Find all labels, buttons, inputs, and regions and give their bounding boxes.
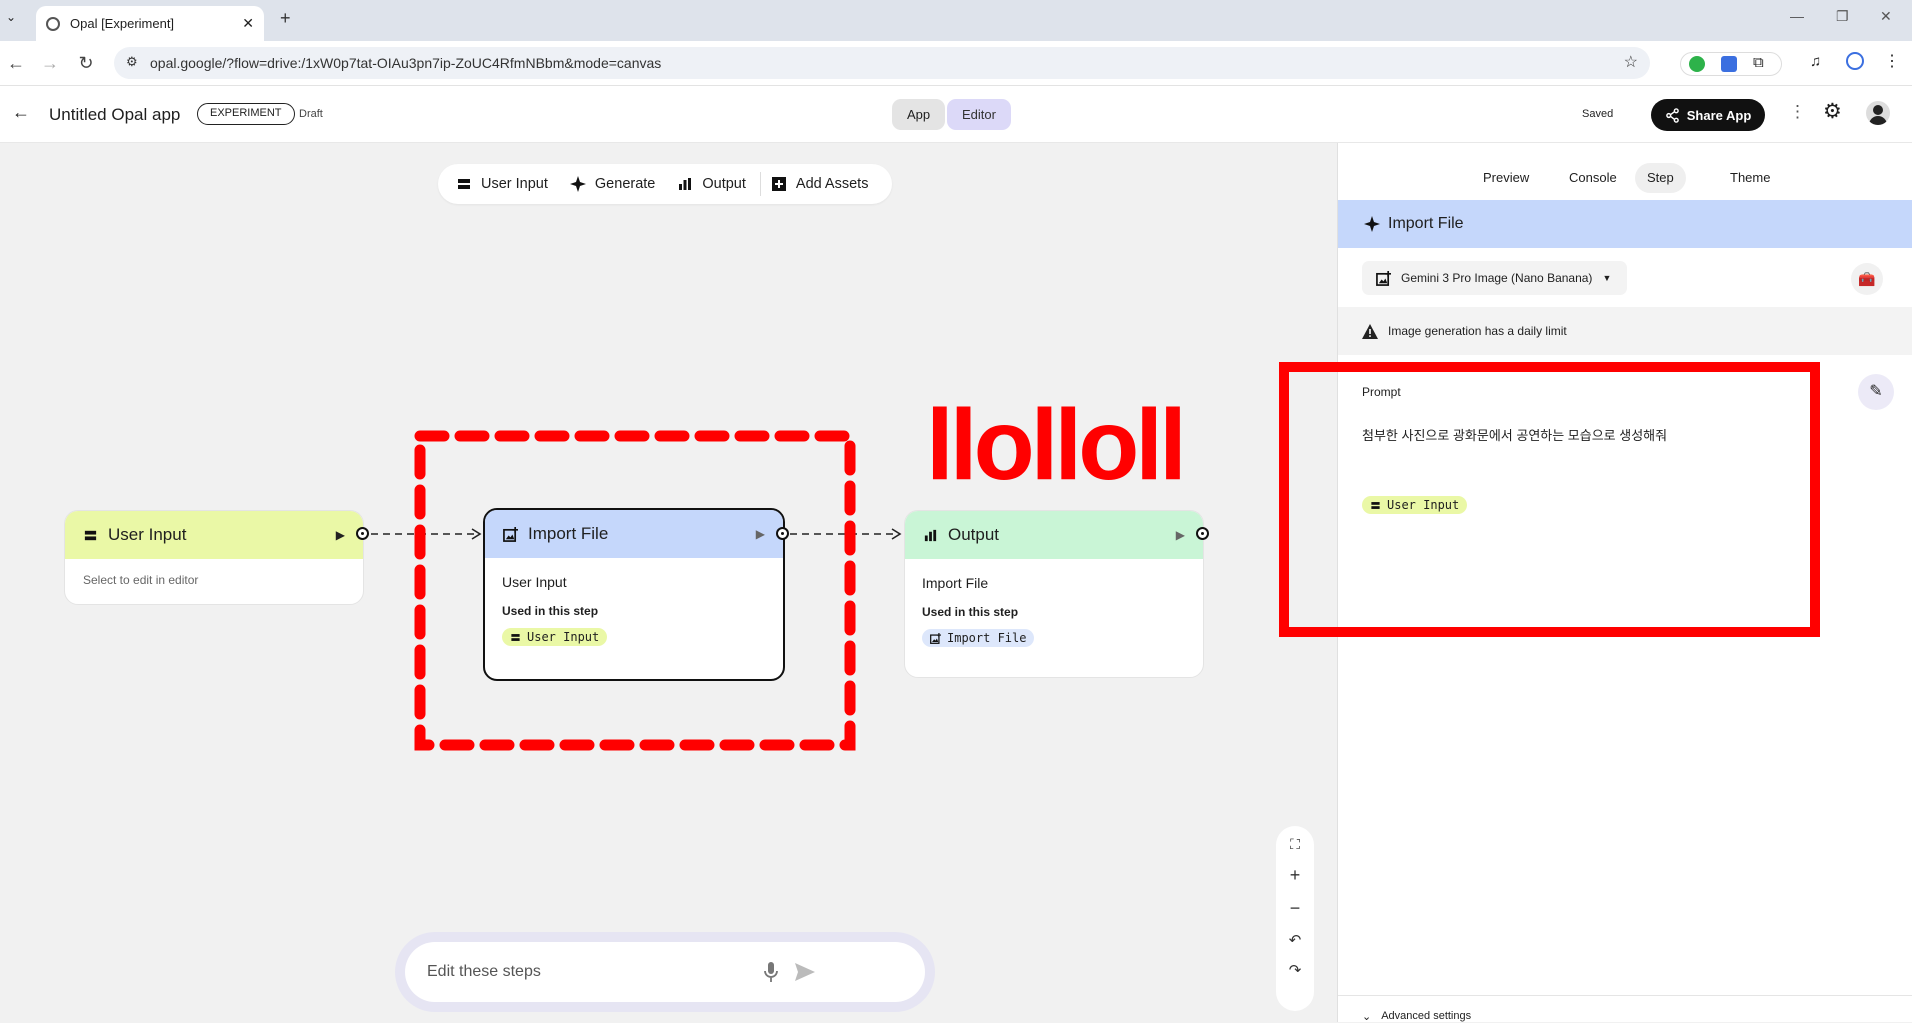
user-input-chip: User Input <box>502 628 608 646</box>
edit-steps-input[interactable]: Edit these steps <box>405 942 925 1002</box>
node-import-file[interactable]: Import File ▶ User Input Used in this st… <box>483 508 785 681</box>
tab-console[interactable]: Console <box>1557 163 1629 193</box>
node-title: User Input <box>108 525 187 544</box>
extension-blue-icon[interactable] <box>1721 56 1737 72</box>
annotation-text: llolloll <box>926 389 1187 501</box>
used-in-step-label: Used in this step <box>502 604 599 618</box>
used-in-step-label: Used in this step <box>922 605 1019 619</box>
extension-green-icon[interactable] <box>1689 56 1705 72</box>
tab-preview[interactable]: Preview <box>1471 163 1541 193</box>
node-output-port[interactable] <box>776 527 789 540</box>
close-window-icon[interactable]: ✕ <box>1880 8 1892 25</box>
step-title: Import File <box>1388 215 1464 232</box>
microphone-icon[interactable] <box>763 961 779 983</box>
play-icon[interactable]: ▶ <box>1176 528 1185 542</box>
node-body-text: Select to edit in editor <box>83 573 199 587</box>
node-user-input[interactable]: User Input ▶ Select to edit in editor <box>64 510 364 605</box>
connector-arrow <box>891 528 902 540</box>
zoom-in-icon[interactable]: + <box>1290 865 1301 886</box>
avatar[interactable] <box>1866 101 1890 125</box>
send-icon[interactable] <box>794 962 816 982</box>
fit-to-screen-icon[interactable]: ⛶ <box>1290 836 1300 853</box>
zoom-controls: ⛶ + − ↶ ↷ <box>1276 826 1314 1011</box>
node-title: Import File <box>528 524 609 543</box>
annotation-highlight-box <box>1279 362 1820 637</box>
minimize-window-icon[interactable]: — <box>1790 8 1804 24</box>
tab-theme[interactable]: Theme <box>1718 163 1782 193</box>
sparkle-icon <box>1364 216 1380 232</box>
edit-steps-placeholder: Edit these steps <box>427 963 541 980</box>
advanced-settings-label: Advanced settings <box>1381 1010 1472 1022</box>
node-header: Output ▶ <box>905 511 1203 559</box>
play-icon[interactable]: ▶ <box>756 527 765 541</box>
user-input-icon <box>511 633 520 641</box>
advanced-settings-toggle[interactable]: ⌄ Advanced settings <box>1338 995 1912 1023</box>
share-app-label: Share App <box>1686 107 1752 123</box>
more-options-icon[interactable]: ⋮ <box>1789 102 1806 122</box>
node-header: Import File ▶ <box>485 510 783 558</box>
add-image-icon <box>503 526 518 542</box>
model-name: Gemini 3 Pro Image (Nano Banana) <box>1401 271 1593 285</box>
model-selector[interactable]: Gemini 3 Pro Image (Nano Banana) ▼ <box>1362 261 1627 295</box>
saved-status: Saved <box>1582 108 1614 120</box>
warning-icon <box>1362 323 1378 339</box>
node-output-port[interactable] <box>356 527 369 540</box>
node-title: Output <box>948 525 1000 544</box>
dropdown-caret-icon: ▼ <box>1602 273 1612 283</box>
restore-window-icon[interactable]: ❐ <box>1836 8 1849 25</box>
node-header: User Input ▶ <box>65 511 363 559</box>
warning-banner: Image generation has a daily limit <box>1338 307 1912 355</box>
redo-icon[interactable]: ↷ <box>1289 961 1302 979</box>
play-icon[interactable]: ▶ <box>336 528 345 542</box>
node-body-text: Import File <box>922 575 989 591</box>
extensions-group: ⧉ <box>1680 52 1782 76</box>
profile-icon[interactable] <box>1846 52 1864 70</box>
edit-steps-bar: Edit these steps <box>395 932 935 1012</box>
import-file-chip: Import File <box>922 629 1035 647</box>
chevron-down-icon: ⌄ <box>1362 1011 1372 1023</box>
add-image-icon <box>930 632 941 644</box>
warning-text: Image generation has a daily limit <box>1388 324 1567 338</box>
toolbox-icon[interactable]: 🧰 <box>1851 263 1883 295</box>
undo-icon[interactable]: ↶ <box>1289 931 1302 949</box>
node-body-text: User Input <box>502 574 567 590</box>
chrome-menu-icon[interactable]: ⋮ <box>1884 51 1900 71</box>
share-icon <box>1665 107 1679 123</box>
media-control-icon[interactable]: ♫ <box>1810 53 1821 70</box>
user-input-icon <box>84 530 97 540</box>
node-output[interactable]: Output ▶ Import File Used in this step I… <box>904 510 1204 678</box>
add-image-icon <box>1376 270 1391 286</box>
puzzle-icon[interactable]: ⧉ <box>1753 54 1764 71</box>
chip-label: Import File <box>947 631 1027 645</box>
magic-wand-icon[interactable]: ✎ <box>1858 374 1894 410</box>
tab-step[interactable]: Step <box>1635 163 1686 193</box>
output-chart-icon <box>924 529 937 541</box>
chip-label: User Input <box>527 630 600 644</box>
step-title-bar: Import File <box>1338 200 1912 248</box>
share-app-button[interactable]: Share App <box>1651 99 1765 131</box>
bookmark-star-icon[interactable]: ☆ <box>1624 52 1638 72</box>
settings-gear-icon[interactable]: ⚙ <box>1823 99 1842 124</box>
node-output-port[interactable] <box>1196 527 1209 540</box>
zoom-out-icon[interactable]: − <box>1290 898 1301 919</box>
